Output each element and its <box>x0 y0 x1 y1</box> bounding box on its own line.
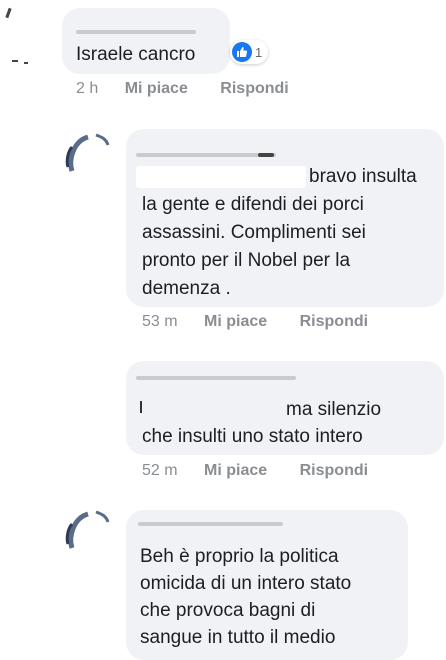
comment-text-line: pronto per il Nobel per la <box>142 250 351 271</box>
redacted-author-name <box>258 153 274 157</box>
comment-actions: 52 m Mi piace Rispondi <box>142 462 368 480</box>
comment-bubble[interactable]: ma silenzio che insulti uno stato intero <box>126 361 444 455</box>
comment-text-line: ma silenzio <box>286 399 382 420</box>
comment-text-line: omicida di un intero stato <box>140 573 352 594</box>
reply-link[interactable]: Rispondi <box>300 313 368 331</box>
reaction-count: 1 <box>255 44 263 60</box>
comment-bubble[interactable]: Israele cancro <box>62 8 230 74</box>
comment-text-line: demenza . <box>142 278 231 299</box>
avatar[interactable] <box>62 131 118 187</box>
avatar[interactable] <box>62 508 118 564</box>
redacted-author-name <box>136 153 276 157</box>
crop-artifact <box>12 60 18 62</box>
redacted-author-name <box>136 376 296 380</box>
comment-text: Israele cancro <box>76 44 196 65</box>
comment-actions: 53 m Mi piace Rispondi <box>142 313 368 331</box>
comment-time[interactable]: 52 m <box>142 462 178 480</box>
reaction-badge[interactable]: 1 <box>230 40 269 64</box>
comment-time[interactable]: 2 h <box>76 80 98 98</box>
redacted-author-name <box>76 30 196 34</box>
redacted-text <box>138 397 288 417</box>
reply-link[interactable]: Rispondi <box>220 80 288 98</box>
comment-text-line: bravo insulta <box>309 166 417 187</box>
crop-artifact <box>5 7 12 19</box>
reply-link[interactable]: Rispondi <box>300 462 368 480</box>
like-link[interactable]: Mi piace <box>204 313 267 331</box>
comment-text-line: che provoca bagni di <box>140 600 316 621</box>
redacted-text <box>136 166 306 188</box>
comment-text-line: Beh è proprio la politica <box>140 546 339 567</box>
comment-bubble[interactable]: Beh è proprio la politica omicida di un … <box>126 510 408 660</box>
redacted-author-name <box>138 522 283 526</box>
like-link[interactable]: Mi piace <box>204 462 267 480</box>
comment-actions: 2 h Mi piace Rispondi <box>76 80 289 98</box>
thumbs-up-icon <box>232 42 252 62</box>
comment-text-line: che insulti uno stato intero <box>142 426 363 447</box>
comment-text-line: sangue in tutto il medio <box>140 627 336 648</box>
crop-artifact <box>24 62 28 64</box>
comment-time[interactable]: 53 m <box>142 313 178 331</box>
comment-text-line: assassini. Complimenti sei <box>142 222 366 243</box>
redaction-artifact <box>140 401 150 413</box>
like-link[interactable]: Mi piace <box>125 80 188 98</box>
comment-bubble[interactable]: bravo insulta la gente e difendi dei por… <box>126 129 444 307</box>
comment-text-line: la gente e difendi dei porci <box>142 194 364 215</box>
